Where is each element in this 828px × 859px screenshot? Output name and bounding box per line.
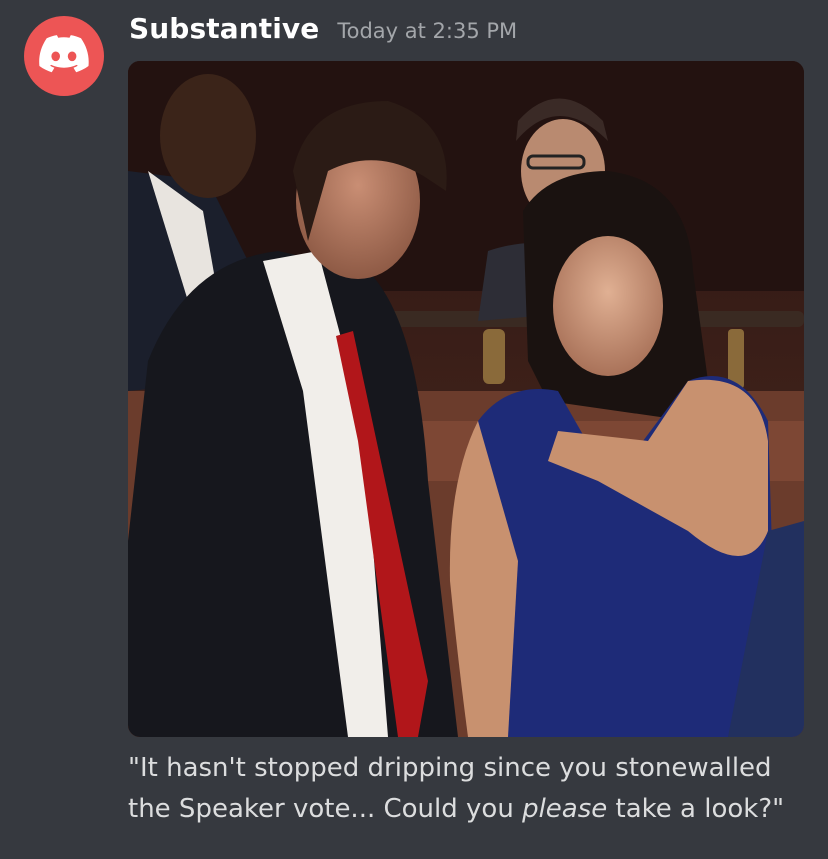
- message-text-emphasis: please: [522, 794, 608, 824]
- message-text: "It hasn't stopped dripping since you st…: [128, 748, 818, 830]
- discord-logo-icon: [39, 35, 89, 77]
- username[interactable]: Substantive: [129, 12, 319, 45]
- timestamp[interactable]: Today at 2:35 PM: [337, 19, 517, 43]
- photo-illustration: [128, 61, 804, 737]
- message-header: Substantive Today at 2:35 PM: [129, 12, 517, 45]
- image-attachment[interactable]: [128, 61, 804, 737]
- message-text-part-end: take a look?": [607, 794, 785, 824]
- avatar[interactable]: [24, 16, 104, 96]
- chat-message: Substantive Today at 2:35 PM "It hasn't …: [0, 0, 828, 859]
